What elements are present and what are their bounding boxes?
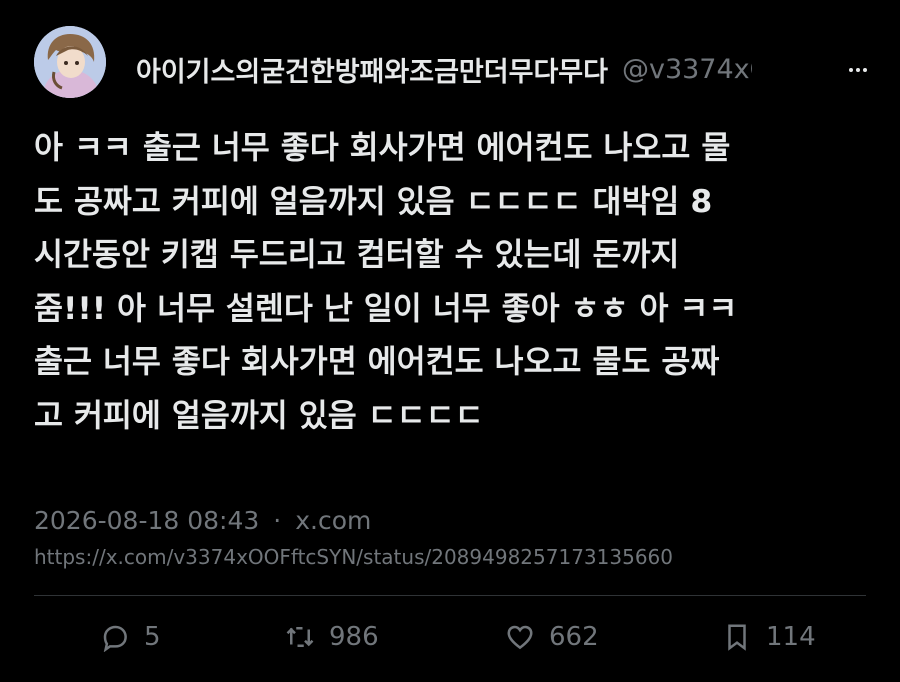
repost-icon: [285, 622, 315, 652]
reply-count: 5: [144, 622, 161, 652]
bookmark-count: 114: [766, 622, 816, 652]
repost-count: 986: [329, 622, 379, 652]
user-handle[interactable]: @v3374xOOFftcSYN: [622, 54, 752, 85]
meta-separator: ·: [273, 505, 282, 535]
source-label: x.com: [295, 505, 372, 535]
action-bar: 5 986 662 114: [0, 610, 900, 664]
bookmark-button[interactable]: 114: [722, 610, 816, 664]
more-icon[interactable]: [846, 60, 870, 80]
heart-icon: [505, 622, 535, 652]
author-row: 아이기스의굳건한방패와조금만더무다무다 @v3374xOOFftcSYN: [136, 46, 836, 92]
display-name[interactable]: 아이기스의굳건한방패와조금만더무다무다: [136, 50, 608, 89]
avatar[interactable]: [34, 26, 106, 98]
bookmark-icon: [722, 622, 752, 652]
tweet-text: 아 ㅋㅋ 출근 너무 좋다 회사가면 에어컨도 나오고 물 도 공짜고 커피에 …: [34, 130, 738, 434]
repost-button[interactable]: 986: [285, 610, 379, 664]
tweet-meta: 2026-08-18 08:43 · x.com: [34, 503, 371, 537]
timestamp[interactable]: 2026-08-18 08:43: [34, 506, 259, 535]
tweet-url[interactable]: https://x.com/v3374xOOFftcSYN/status/208…: [34, 545, 866, 569]
like-count: 662: [549, 622, 599, 652]
divider: [34, 595, 866, 596]
reply-button[interactable]: 5: [100, 610, 161, 664]
like-button[interactable]: 662: [505, 610, 599, 664]
reply-icon: [100, 622, 130, 652]
